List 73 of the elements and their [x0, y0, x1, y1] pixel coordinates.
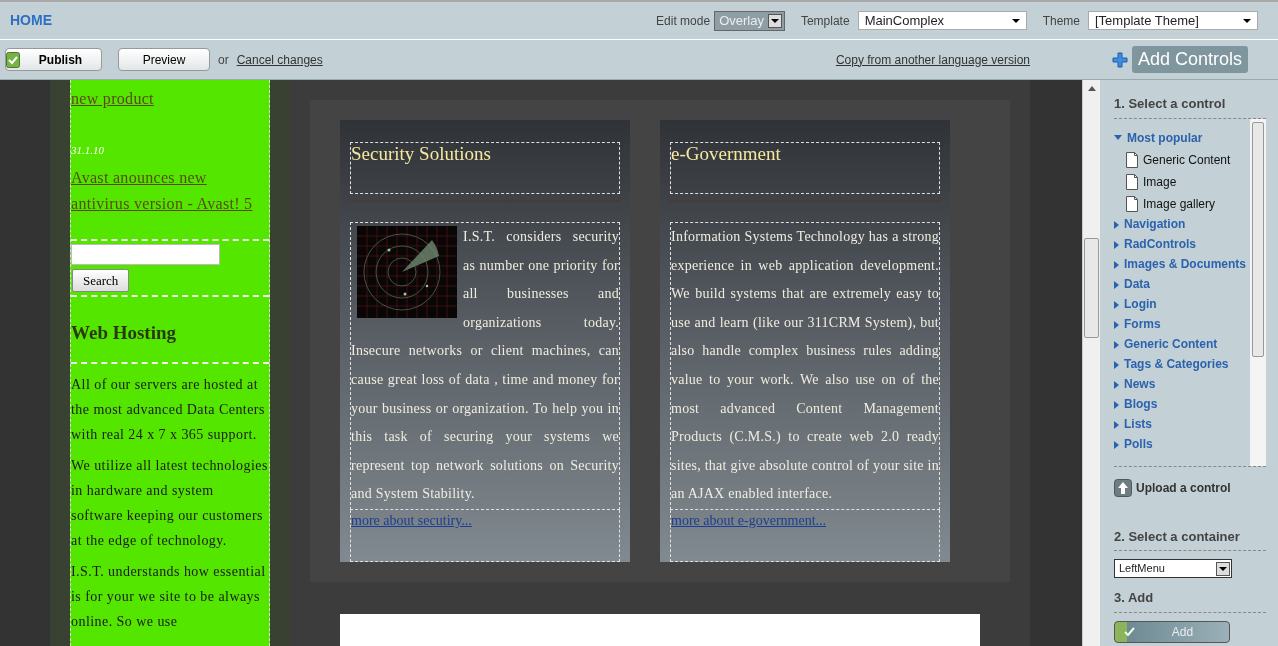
expanded-arrow-icon [1114, 134, 1122, 140]
more-link[interactable]: more about e-government... [671, 513, 827, 528]
cancel-changes-link[interactable]: Cancel changes [236, 50, 323, 69]
card-text: Information Systems Technology has a strong experience in web application development. We build systems that are extremely easy to use and learn (like our 311CRM System), but also handle complex business rules adding value to your work. We also use on of the most advanced Content Management Products (C.M.S.) to create web 2.0 ready sites, that give absolute control of your site in an AJAX enabled interface. [670, 222, 940, 510]
preview-button[interactable]: Preview [118, 48, 210, 71]
collapsed-arrow-icon [1114, 260, 1119, 269]
sidebar-paragraph: We utilize all latest technologies in hardware and system software keeping our customers at the edge of technology. [71, 456, 269, 550]
tree-category[interactable]: Tags & Categories [1114, 356, 1250, 371]
collapsed-arrow-icon [1114, 320, 1119, 329]
news-link[interactable]: Avast anounces new antivirus version - Avast! 5 [71, 164, 269, 217]
edit-mode-dropdown[interactable]: Overlay [714, 10, 785, 31]
scrollbar-thumb[interactable] [1252, 121, 1264, 357]
plus-icon [1112, 51, 1128, 68]
theme-label: Theme [1042, 12, 1080, 30]
collapsed-arrow-icon [1114, 300, 1119, 309]
add-controls-link[interactable]: Add Controls [1132, 46, 1249, 73]
theme-dropdown[interactable]: [Template Theme] [1088, 11, 1258, 30]
document-icon [1126, 151, 1138, 168]
document-icon [1126, 195, 1138, 212]
sidebar-heading: Web Hosting [71, 321, 178, 345]
sidebar-paragraph: All of our servers are hosted at the most advanced Data Centers with real 24 x 7 x 365 support. [71, 375, 266, 444]
collapsed-arrow-icon [1114, 340, 1119, 349]
up-arrow-icon [1087, 85, 1096, 91]
step-heading: 3. Add [1114, 588, 1266, 613]
container-dropdown[interactable]: LeftMenu [1114, 559, 1232, 578]
upload-icon [1114, 478, 1132, 497]
collapsed-arrow-icon [1114, 440, 1119, 449]
tree-category[interactable]: Most popular [1114, 130, 1250, 145]
tree-category[interactable]: Blogs [1114, 396, 1250, 411]
news-date: 31.1.10 [71, 143, 105, 158]
home-link[interactable]: HOME [10, 10, 52, 31]
tree-category[interactable]: Forms [1114, 316, 1250, 331]
scrollbar-thumb[interactable] [1084, 238, 1099, 338]
tree-category[interactable]: Login [1114, 296, 1250, 311]
tree-item[interactable]: Image gallery [1126, 194, 1250, 213]
collapsed-arrow-icon [1114, 360, 1119, 369]
tree-category[interactable]: RadControls [1114, 236, 1250, 251]
template-label: Template [800, 12, 850, 30]
search-button[interactable]: Search [72, 268, 130, 292]
copy-language-link[interactable]: Copy from another language version [835, 50, 1030, 69]
card-title: e-Government [670, 142, 940, 194]
card-title: Security Solutions [350, 142, 620, 194]
news-link[interactable]: new product [71, 86, 269, 112]
tree-item[interactable]: Image [1126, 172, 1250, 191]
publish-button[interactable]: Publish [5, 48, 102, 71]
collapsed-arrow-icon [1114, 380, 1119, 389]
tree-category[interactable]: Polls [1114, 436, 1250, 451]
collapsed-arrow-icon [1114, 280, 1119, 289]
tree-category[interactable]: Lists [1114, 416, 1250, 431]
tree-category[interactable]: Images & Documents [1114, 256, 1250, 271]
check-icon [6, 51, 20, 68]
search-field[interactable] [71, 243, 220, 265]
more-link[interactable]: more about secutiry... [351, 513, 472, 528]
tree-item[interactable]: Generic Content [1126, 150, 1250, 169]
collapsed-arrow-icon [1114, 240, 1119, 249]
tree-category[interactable]: News [1114, 376, 1250, 391]
edit-mode-label: Edit mode [656, 12, 711, 30]
step-heading: 2. Select a container [1114, 526, 1266, 551]
or-text: or [218, 51, 229, 69]
add-button[interactable]: Add [1114, 620, 1230, 643]
document-icon [1126, 173, 1138, 190]
upload-control-link[interactable]: Upload a control [1136, 478, 1231, 497]
collapsed-arrow-icon [1114, 220, 1119, 229]
tree-category[interactable]: Navigation [1114, 216, 1250, 231]
tree-category[interactable]: Generic Content [1114, 336, 1250, 351]
step-heading: 1. Select a control [1114, 94, 1266, 119]
collapsed-arrow-icon [1114, 420, 1119, 429]
template-dropdown[interactable]: MainComplex [857, 11, 1027, 30]
card-text: I.S.T. considers security as number one priority for all businesses and organizations today. Insecure networks or client machines, can cause great loss of data , time and money for your business or organization. To help you in this task of securing your systems we represent top network solutions on Security and System Stability. [350, 222, 620, 510]
collapsed-arrow-icon [1114, 400, 1119, 409]
sidebar-paragraph: I.S.T. understands how essential is for your we site to be always online. So we use [71, 562, 267, 631]
check-icon [1123, 626, 1136, 637]
tree-category[interactable]: Data [1114, 276, 1250, 291]
